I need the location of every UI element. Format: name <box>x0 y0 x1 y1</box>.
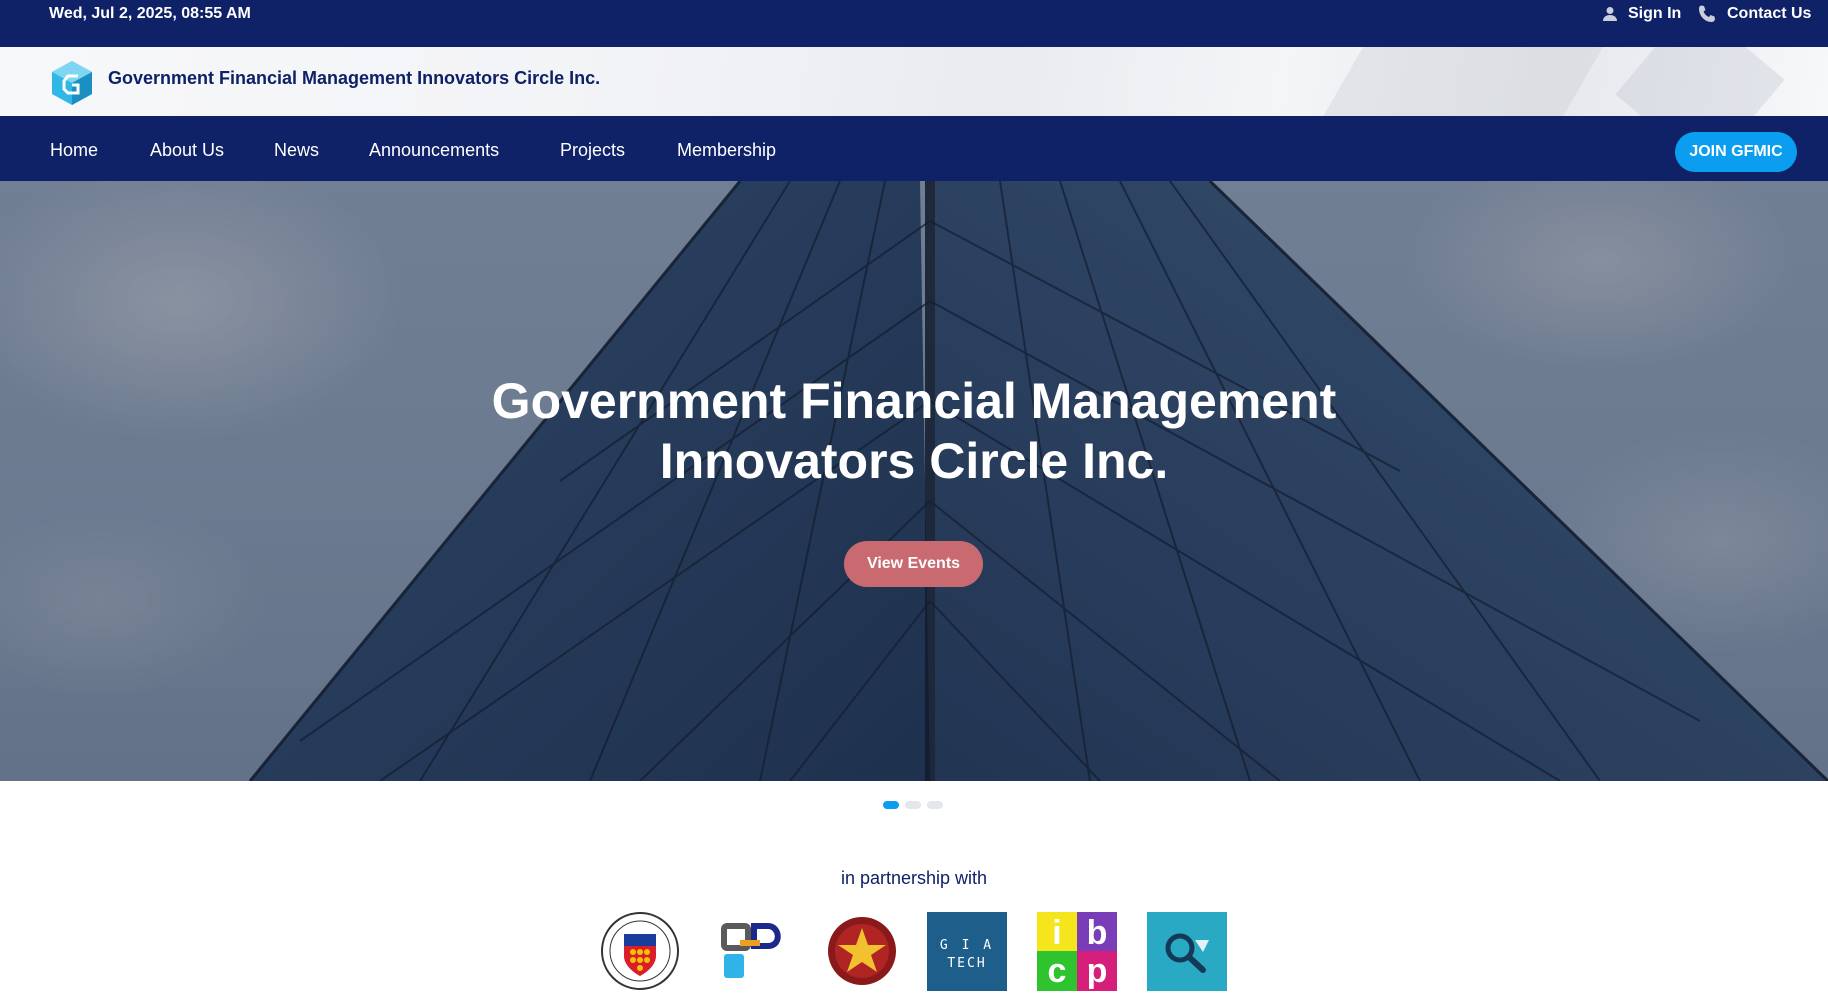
view-events-button[interactable]: View Events <box>844 541 983 587</box>
search-logo[interactable] <box>1147 912 1227 991</box>
phone-icon <box>1697 4 1717 24</box>
hero-title-line-2: Innovators Circle Inc. <box>659 433 1169 489</box>
nav-item-news[interactable]: News <box>274 116 319 181</box>
carousel-dot-3[interactable] <box>927 801 943 809</box>
svg-text:TECH: TECH <box>947 956 986 971</box>
ibcp-logo[interactable]: i b c p <box>1037 912 1117 991</box>
fdp-logo[interactable] <box>714 912 794 991</box>
nav-item-projects[interactable]: Projects <box>560 116 625 181</box>
sign-in-link[interactable]: Sign In <box>1602 0 1681 28</box>
top-bar: Wed, Jul 2, 2025, 08:55 AM Sign In Conta… <box>0 0 1828 47</box>
nav-item-membership[interactable]: Membership <box>677 116 776 181</box>
user-icon <box>1602 6 1618 22</box>
nav-item-about-us[interactable]: About Us <box>150 116 224 181</box>
nav-item-announcements[interactable]: Announcements <box>369 116 499 181</box>
nav-item-home[interactable]: Home <box>50 116 98 181</box>
partnership-heading: in partnership with <box>840 868 988 888</box>
hero-banner: Government Financial Management Innovato… <box>0 181 1828 781</box>
svg-text:G I A: G I A <box>940 938 994 953</box>
contact-us-link[interactable]: Contact Us <box>1697 0 1811 28</box>
contact-us-label: Contact Us <box>1727 5 1812 22</box>
gfmic-logo-icon[interactable] <box>48 59 96 107</box>
brand-bar: Government Financial Management Innovato… <box>0 47 1828 116</box>
main-navigation: Home About Us News Announcements Project… <box>0 116 1828 181</box>
carousel-dot-1[interactable] <box>883 801 899 809</box>
gia-tech-logo[interactable]: G I A TECH <box>927 912 1007 991</box>
svg-text:c: c <box>1048 952 1067 990</box>
hero-title: Government Financial Management Innovato… <box>0 371 1828 491</box>
sign-in-label: Sign In <box>1628 5 1682 22</box>
svg-text:i: i <box>1052 914 1061 952</box>
svg-text:p: p <box>1087 952 1108 990</box>
svg-text:b: b <box>1087 914 1108 952</box>
pup-seal[interactable] <box>822 912 902 991</box>
carousel-indicators <box>883 801 943 809</box>
organization-name[interactable]: Government Financial Management Innovato… <box>108 47 600 116</box>
current-datetime: Wed, Jul 2, 2025, 08:55 AM <box>49 5 251 22</box>
hero-title-line-1: Government Financial Management <box>491 373 1337 429</box>
join-gfmic-button[interactable]: JOIN GFMIC <box>1675 132 1797 172</box>
carousel-dot-2[interactable] <box>905 801 921 809</box>
decorative-shape <box>1293 47 1627 116</box>
partner-logos: G I A TECH i b c p <box>0 912 1828 991</box>
decorative-shape <box>1615 47 1785 116</box>
commission-on-audit-seal[interactable] <box>600 912 680 991</box>
